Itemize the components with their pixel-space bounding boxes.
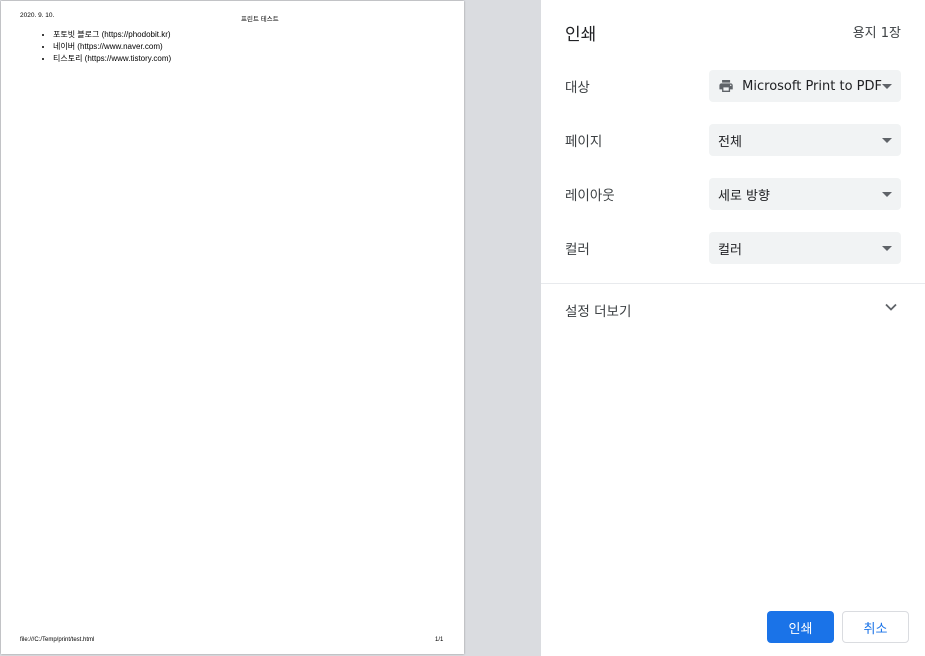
print-preview-area: 2020. 9. 10. 프린트 테스트 포토빗 블로그 (https://ph…	[0, 0, 541, 656]
list-item: 포토빗 블로그 (https://phodobit.kr)	[53, 29, 171, 41]
color-label: 컬러	[565, 242, 590, 258]
cancel-button[interactable]: 취소	[842, 611, 909, 643]
panel-title: 인쇄	[565, 25, 597, 45]
dropdown-caret-icon	[882, 245, 892, 251]
page-header-title: 프린트 테스트	[241, 16, 279, 23]
pages-select[interactable]: 전체	[709, 124, 901, 156]
page-footer-number: 1/1	[435, 637, 444, 643]
page-link-list: 포토빗 블로그 (https://phodobit.kr) 네이버 (https…	[23, 29, 171, 65]
layout-select[interactable]: 세로 방향	[709, 178, 901, 210]
layout-label: 레이아웃	[565, 188, 615, 204]
layout-value: 세로 방향	[718, 188, 770, 204]
pages-label: 페이지	[565, 134, 603, 150]
page-header-date: 2020. 9. 10.	[20, 12, 55, 19]
destination-value: Microsoft Print to PDF	[742, 78, 882, 94]
sheet-count: 용지 1장	[852, 26, 901, 41]
destination-label: 대상	[565, 80, 590, 96]
color-select[interactable]: 컬러	[709, 232, 901, 264]
destination-select[interactable]: Microsoft Print to PDF	[709, 70, 901, 102]
list-item: 티스토리 (https://www.tistory.com)	[53, 53, 171, 65]
print-button[interactable]: 인쇄	[767, 611, 834, 643]
dropdown-caret-icon	[882, 191, 892, 197]
section-divider	[541, 283, 925, 284]
printer-icon	[719, 80, 733, 92]
dropdown-caret-icon	[882, 137, 892, 143]
page-footer-url: file:///C:/Temp/print/test.html	[20, 637, 95, 643]
list-item: 네이버 (https://www.naver.com)	[53, 41, 171, 53]
dropdown-caret-icon	[882, 83, 892, 89]
more-settings-toggle[interactable]: 설정 더보기	[565, 300, 631, 320]
color-value: 컬러	[718, 242, 742, 258]
pages-value: 전체	[718, 134, 742, 150]
chevron-down-icon[interactable]	[885, 302, 897, 312]
preview-page: 2020. 9. 10. 프린트 테스트 포토빗 블로그 (https://ph…	[1, 1, 464, 654]
print-settings-panel: 인쇄 용지 1장 대상 Microsoft Print to PDF 페이지 전…	[541, 0, 925, 656]
